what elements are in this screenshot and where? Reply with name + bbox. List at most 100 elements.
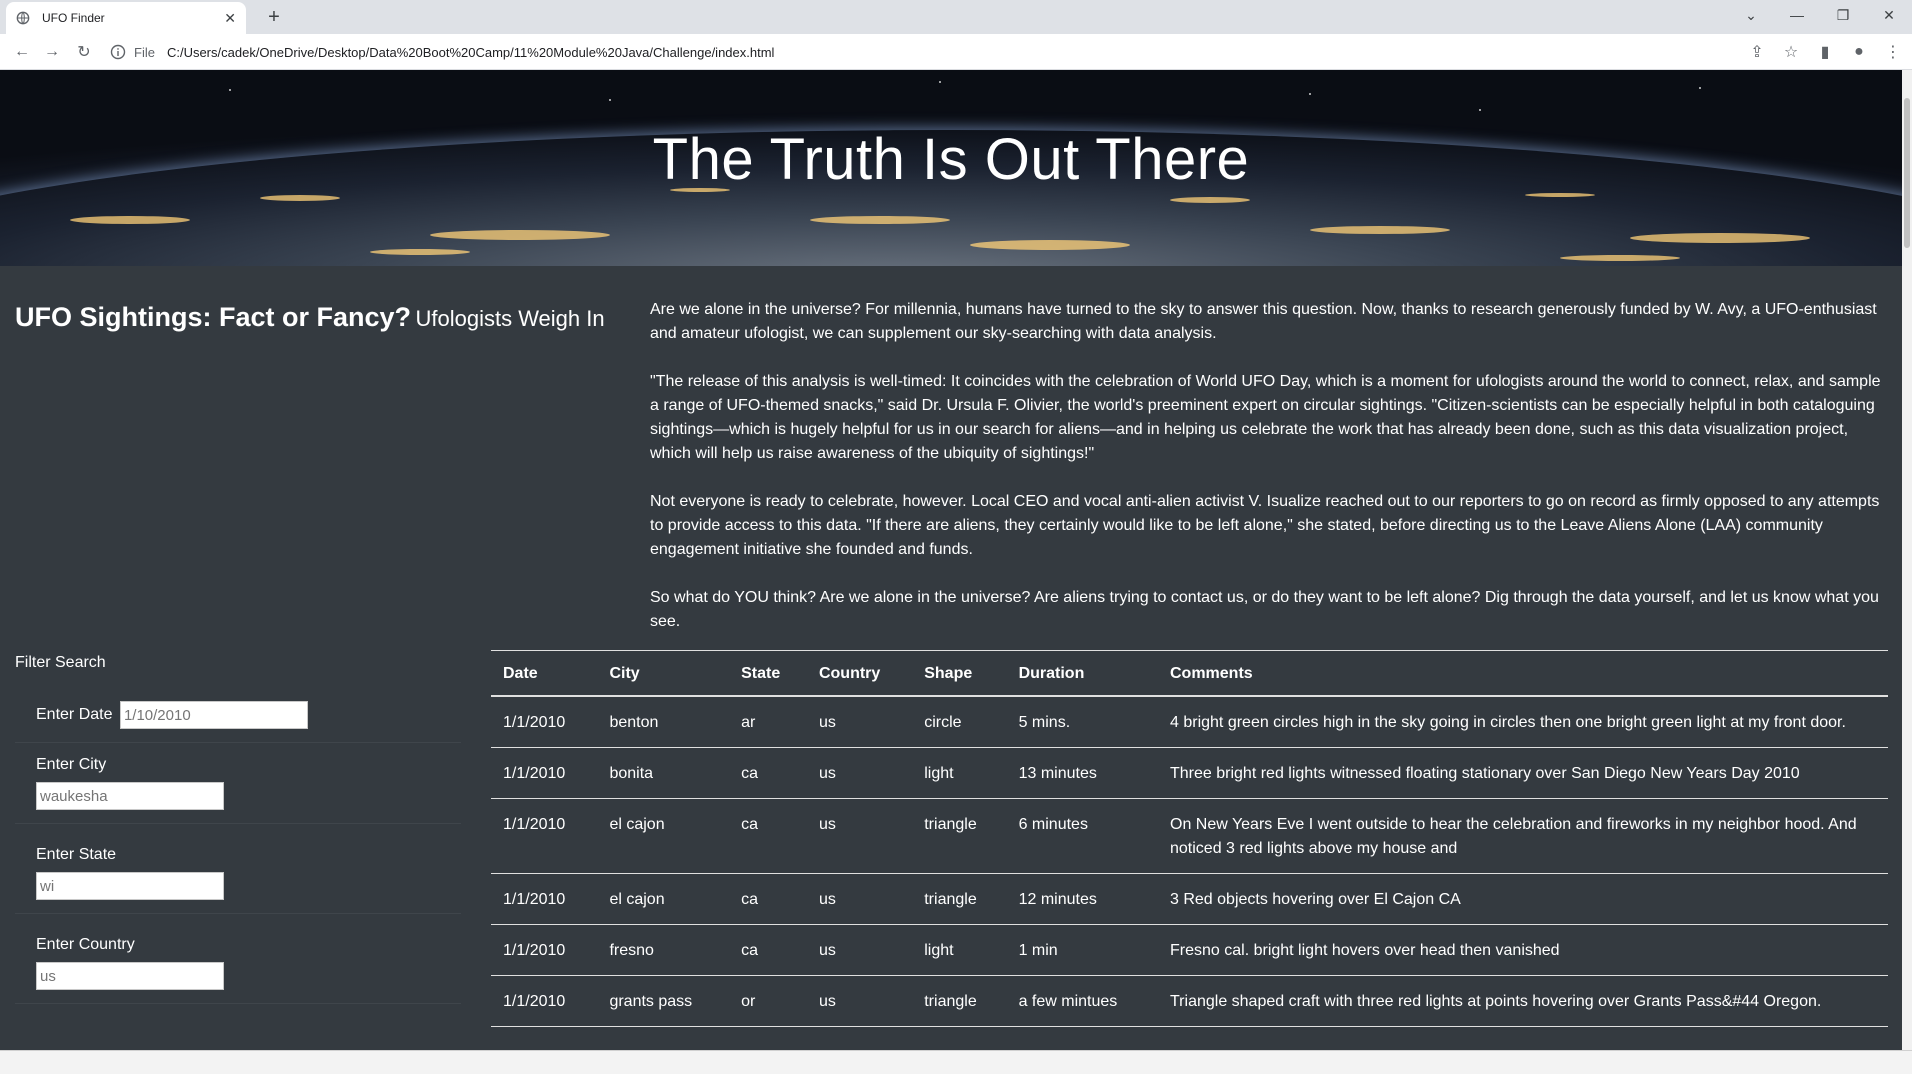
table-row: 1/1/2010 fresno ca us light 1 min Fresno… — [491, 924, 1888, 976]
column-header: City — [597, 650, 730, 697]
restore-button[interactable]: ❐ — [1820, 0, 1866, 30]
cell-shape: triangle — [912, 873, 1007, 925]
window-controls: ⌄ — ❐ ✕ — [1728, 0, 1912, 30]
profile-avatar-icon[interactable]: ● — [1846, 40, 1872, 64]
cell-shape: light — [912, 924, 1007, 976]
article-paragraph: Not everyone is ready to celebrate, howe… — [650, 493, 1880, 558]
article-body: Are we alone in the universe? For millen… — [650, 298, 1890, 658]
city-input[interactable] — [36, 782, 224, 810]
bookmark-star-icon[interactable]: ☆ — [1778, 40, 1804, 64]
cell-date: 1/1/2010 — [491, 873, 598, 925]
tab-title: UFO Finder — [42, 11, 105, 25]
cell-city: benton — [597, 696, 730, 748]
filter-state-label: Enter State — [36, 846, 117, 863]
cell-state: ca — [729, 798, 807, 874]
cell-comments: On New Years Eve I went outside to hear … — [1158, 798, 1888, 874]
cell-duration: 12 minutes — [1006, 873, 1158, 925]
article-paragraph: Are we alone in the universe? For millen… — [650, 301, 1877, 342]
tab-search-icon[interactable]: ⌄ — [1728, 0, 1774, 30]
new-tab-button[interactable]: + — [260, 4, 288, 32]
cell-shape: triangle — [912, 975, 1007, 1027]
cell-comments: 4 bright green circles high in the sky g… — [1158, 696, 1888, 748]
cell-date: 1/1/2010 — [491, 747, 598, 799]
cell-date: 1/1/2010 — [491, 975, 598, 1027]
column-header: Country — [806, 650, 913, 697]
cell-state: or — [729, 975, 807, 1027]
forward-icon[interactable]: → — [40, 40, 64, 64]
page-title-subtitle: Ufologists Weigh In — [415, 306, 605, 331]
table-row: 1/1/2010 grants pass or us triangle a fe… — [491, 975, 1888, 1027]
column-header: Shape — [912, 650, 1007, 697]
scrollbar-thumb[interactable] — [1904, 98, 1910, 248]
cell-comments: Fresno cal. bright light hovers over hea… — [1158, 924, 1888, 976]
column-header: Date — [491, 650, 598, 697]
cell-shape: light — [912, 747, 1007, 799]
cell-country: us — [806, 975, 913, 1027]
cell-date: 1/1/2010 — [491, 798, 598, 874]
back-icon[interactable]: ← — [10, 40, 34, 64]
cell-shape: triangle — [912, 798, 1007, 874]
url-text[interactable]: C:/Users/cadek/OneDrive/Desktop/Data%20B… — [167, 45, 774, 60]
page-title-main: UFO Sightings: Fact or Fancy? — [15, 302, 412, 332]
country-input[interactable] — [36, 962, 224, 990]
page-scrollbar[interactable] — [1902, 70, 1912, 1050]
hero-title: The Truth Is Out There — [652, 127, 1250, 192]
reload-icon[interactable]: ↻ — [72, 40, 96, 64]
share-icon[interactable]: ⇪ — [1744, 40, 1770, 64]
cell-comments: Three bright red lights witnessed floati… — [1158, 747, 1888, 799]
table-row: 1/1/2010 benton ar us circle 5 mins. 4 b… — [491, 696, 1888, 748]
cell-city: bonita — [597, 747, 730, 799]
close-window-button[interactable]: ✕ — [1866, 0, 1912, 30]
menu-kebab-icon[interactable]: ⋮ — [1880, 40, 1906, 64]
filter-state: Enter State — [15, 824, 461, 914]
cell-country: us — [806, 696, 913, 748]
minimize-button[interactable]: — — [1774, 0, 1820, 30]
url-scheme: File — [134, 44, 155, 60]
cell-duration: a few mintues — [1006, 975, 1158, 1027]
filter-city: Enter City — [15, 743, 461, 824]
browser-tab-strip: UFO Finder ✕ + ⌄ — ❐ ✕ — [0, 0, 1912, 34]
cell-comments: Triangle shaped craft with three red lig… — [1158, 975, 1888, 1027]
filter-country-label: Enter Country — [36, 936, 135, 953]
cell-duration: 6 minutes — [1006, 798, 1158, 874]
os-taskbar — [0, 1050, 1912, 1074]
info-icon[interactable] — [110, 44, 126, 60]
state-input[interactable] — [36, 872, 224, 900]
toolbar-actions: ⇪ ☆ ▮ ● ⋮ — [1744, 40, 1906, 64]
column-header: Comments — [1158, 650, 1888, 697]
cell-country: us — [806, 873, 913, 925]
cell-city: fresno — [597, 924, 730, 976]
globe-icon — [16, 11, 30, 25]
address-bar[interactable]: File C:/Users/cadek/OneDrive/Desktop/Dat… — [110, 38, 1750, 66]
page-title: UFO Sightings: Fact or Fancy? Ufologists… — [15, 302, 605, 333]
cell-duration: 5 mins. — [1006, 696, 1158, 748]
filter-search-heading: Filter Search — [15, 654, 106, 671]
cell-duration: 1 min — [1006, 924, 1158, 976]
hero-banner: The Truth Is Out There — [0, 70, 1902, 266]
cell-shape: circle — [912, 696, 1007, 748]
cell-city: el cajon — [597, 798, 730, 874]
filter-city-label: Enter City — [36, 756, 107, 773]
side-panel-icon[interactable]: ▮ — [1812, 40, 1838, 64]
column-header: Duration — [1006, 650, 1158, 697]
column-header: State — [729, 650, 807, 697]
table-header-row: Date City State Country Shape Duration C… — [491, 650, 1888, 697]
filter-list: Enter Date Enter City Enter State Enter … — [15, 688, 461, 1004]
cell-city: grants pass — [597, 975, 730, 1027]
cell-date: 1/1/2010 — [491, 696, 598, 748]
cell-comments: 3 Red objects hovering over El Cajon CA — [1158, 873, 1888, 925]
cell-date: 1/1/2010 — [491, 924, 598, 976]
cell-state: ar — [729, 696, 807, 748]
date-input[interactable] — [119, 701, 308, 729]
table-row: 1/1/2010 el cajon ca us triangle 12 minu… — [491, 873, 1888, 925]
browser-tab[interactable]: UFO Finder ✕ — [6, 2, 246, 34]
table-row: 1/1/2010 el cajon ca us triangle 6 minut… — [491, 798, 1888, 874]
cell-city: el cajon — [597, 873, 730, 925]
article-paragraph: So what do YOU think? Are we alone in th… — [650, 589, 1879, 630]
page-viewport: The Truth Is Out There UFO Sightings: Fa… — [0, 70, 1902, 1050]
cell-duration: 13 minutes — [1006, 747, 1158, 799]
close-tab-icon[interactable]: ✕ — [224, 10, 236, 27]
filter-date: Enter Date — [15, 688, 461, 743]
ufo-sightings-table: Date City State Country Shape Duration C… — [491, 650, 1888, 1027]
cell-state: ca — [729, 747, 807, 799]
